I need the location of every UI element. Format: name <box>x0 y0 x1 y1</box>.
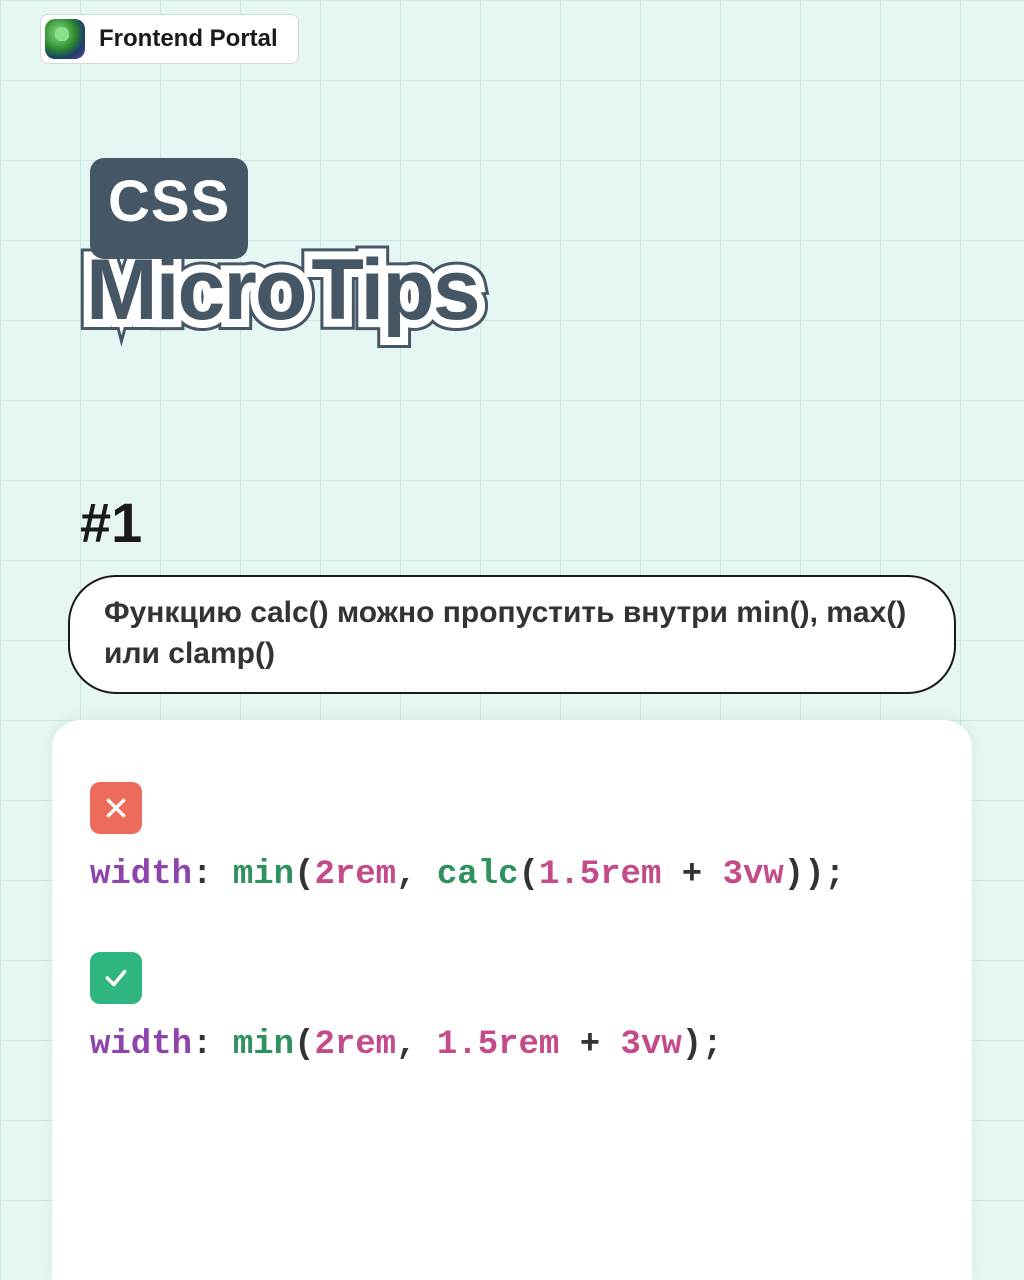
channel-name: Frontend Portal <box>99 25 278 53</box>
cross-icon <box>90 782 142 834</box>
title-block: CSS MicroTips MicroTips <box>90 158 479 340</box>
title-badge: CSS <box>90 158 248 259</box>
tip-bubble: Функцию calc() можно пропустить внутри m… <box>68 575 956 694</box>
code-good: width: min(2rem, 1.5rem + 3vw); <box>90 1026 934 1064</box>
code-card: width: min(2rem, calc(1.5rem + 3vw)); wi… <box>52 720 972 1280</box>
channel-header: Frontend Portal <box>40 14 299 64</box>
channel-avatar <box>45 19 85 59</box>
code-bad: width: min(2rem, calc(1.5rem + 3vw)); <box>90 856 934 894</box>
check-icon <box>90 952 142 1004</box>
tip-number: #1 <box>80 490 142 555</box>
tip-text: Функцию calc() можно пропустить внутри m… <box>104 593 920 674</box>
